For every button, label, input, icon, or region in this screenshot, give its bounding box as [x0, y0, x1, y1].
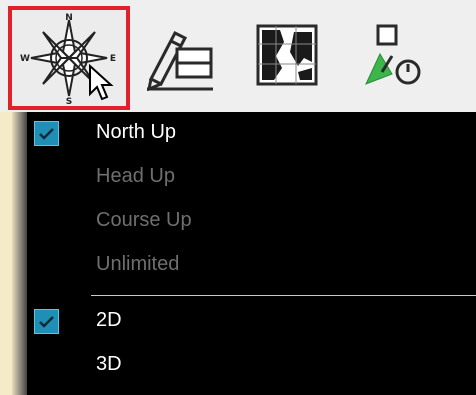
- menu-item-label: North Up: [96, 121, 177, 143]
- menu-item-label: Head Up: [96, 165, 175, 187]
- toolbar: N E S W: [0, 0, 476, 114]
- menu-item-unlimited[interactable]: Unlimited: [27, 244, 476, 288]
- menu-item-2d[interactable]: 2D: [27, 300, 476, 344]
- menu-item-head-up[interactable]: Head Up: [27, 156, 476, 200]
- orientation-menu: North Up Head Up Course Up Unlimited 2D …: [27, 112, 476, 395]
- menu-item-label: Unlimited: [96, 253, 180, 275]
- menu-separator: [91, 295, 476, 296]
- compass-letter-w: W: [20, 54, 30, 64]
- menu-item-3d[interactable]: 3D: [27, 344, 476, 388]
- menu-item-label: Course Up: [96, 209, 192, 231]
- menu-item-north-up[interactable]: North Up: [27, 112, 476, 156]
- route-tool-button[interactable]: [354, 10, 432, 100]
- menu-item-label: 2D: [96, 309, 122, 331]
- checkmark-icon: [34, 309, 59, 334]
- menu-item-course-up[interactable]: Course Up: [27, 200, 476, 244]
- compass-letter-e: E: [110, 54, 116, 64]
- pencil-layers-icon: [147, 30, 213, 91]
- compass-letter-n: N: [65, 13, 73, 23]
- edit-layers-button[interactable]: [140, 10, 218, 100]
- menu-item-label: 3D: [96, 353, 122, 375]
- mouse-cursor-icon: [89, 64, 114, 101]
- checkmark-icon: [34, 121, 59, 146]
- map-chart-icon: [256, 24, 318, 86]
- compass-letter-s: S: [66, 97, 72, 104]
- waypoint-arrow-icon: [365, 24, 421, 85]
- map-view-button[interactable]: [248, 10, 326, 100]
